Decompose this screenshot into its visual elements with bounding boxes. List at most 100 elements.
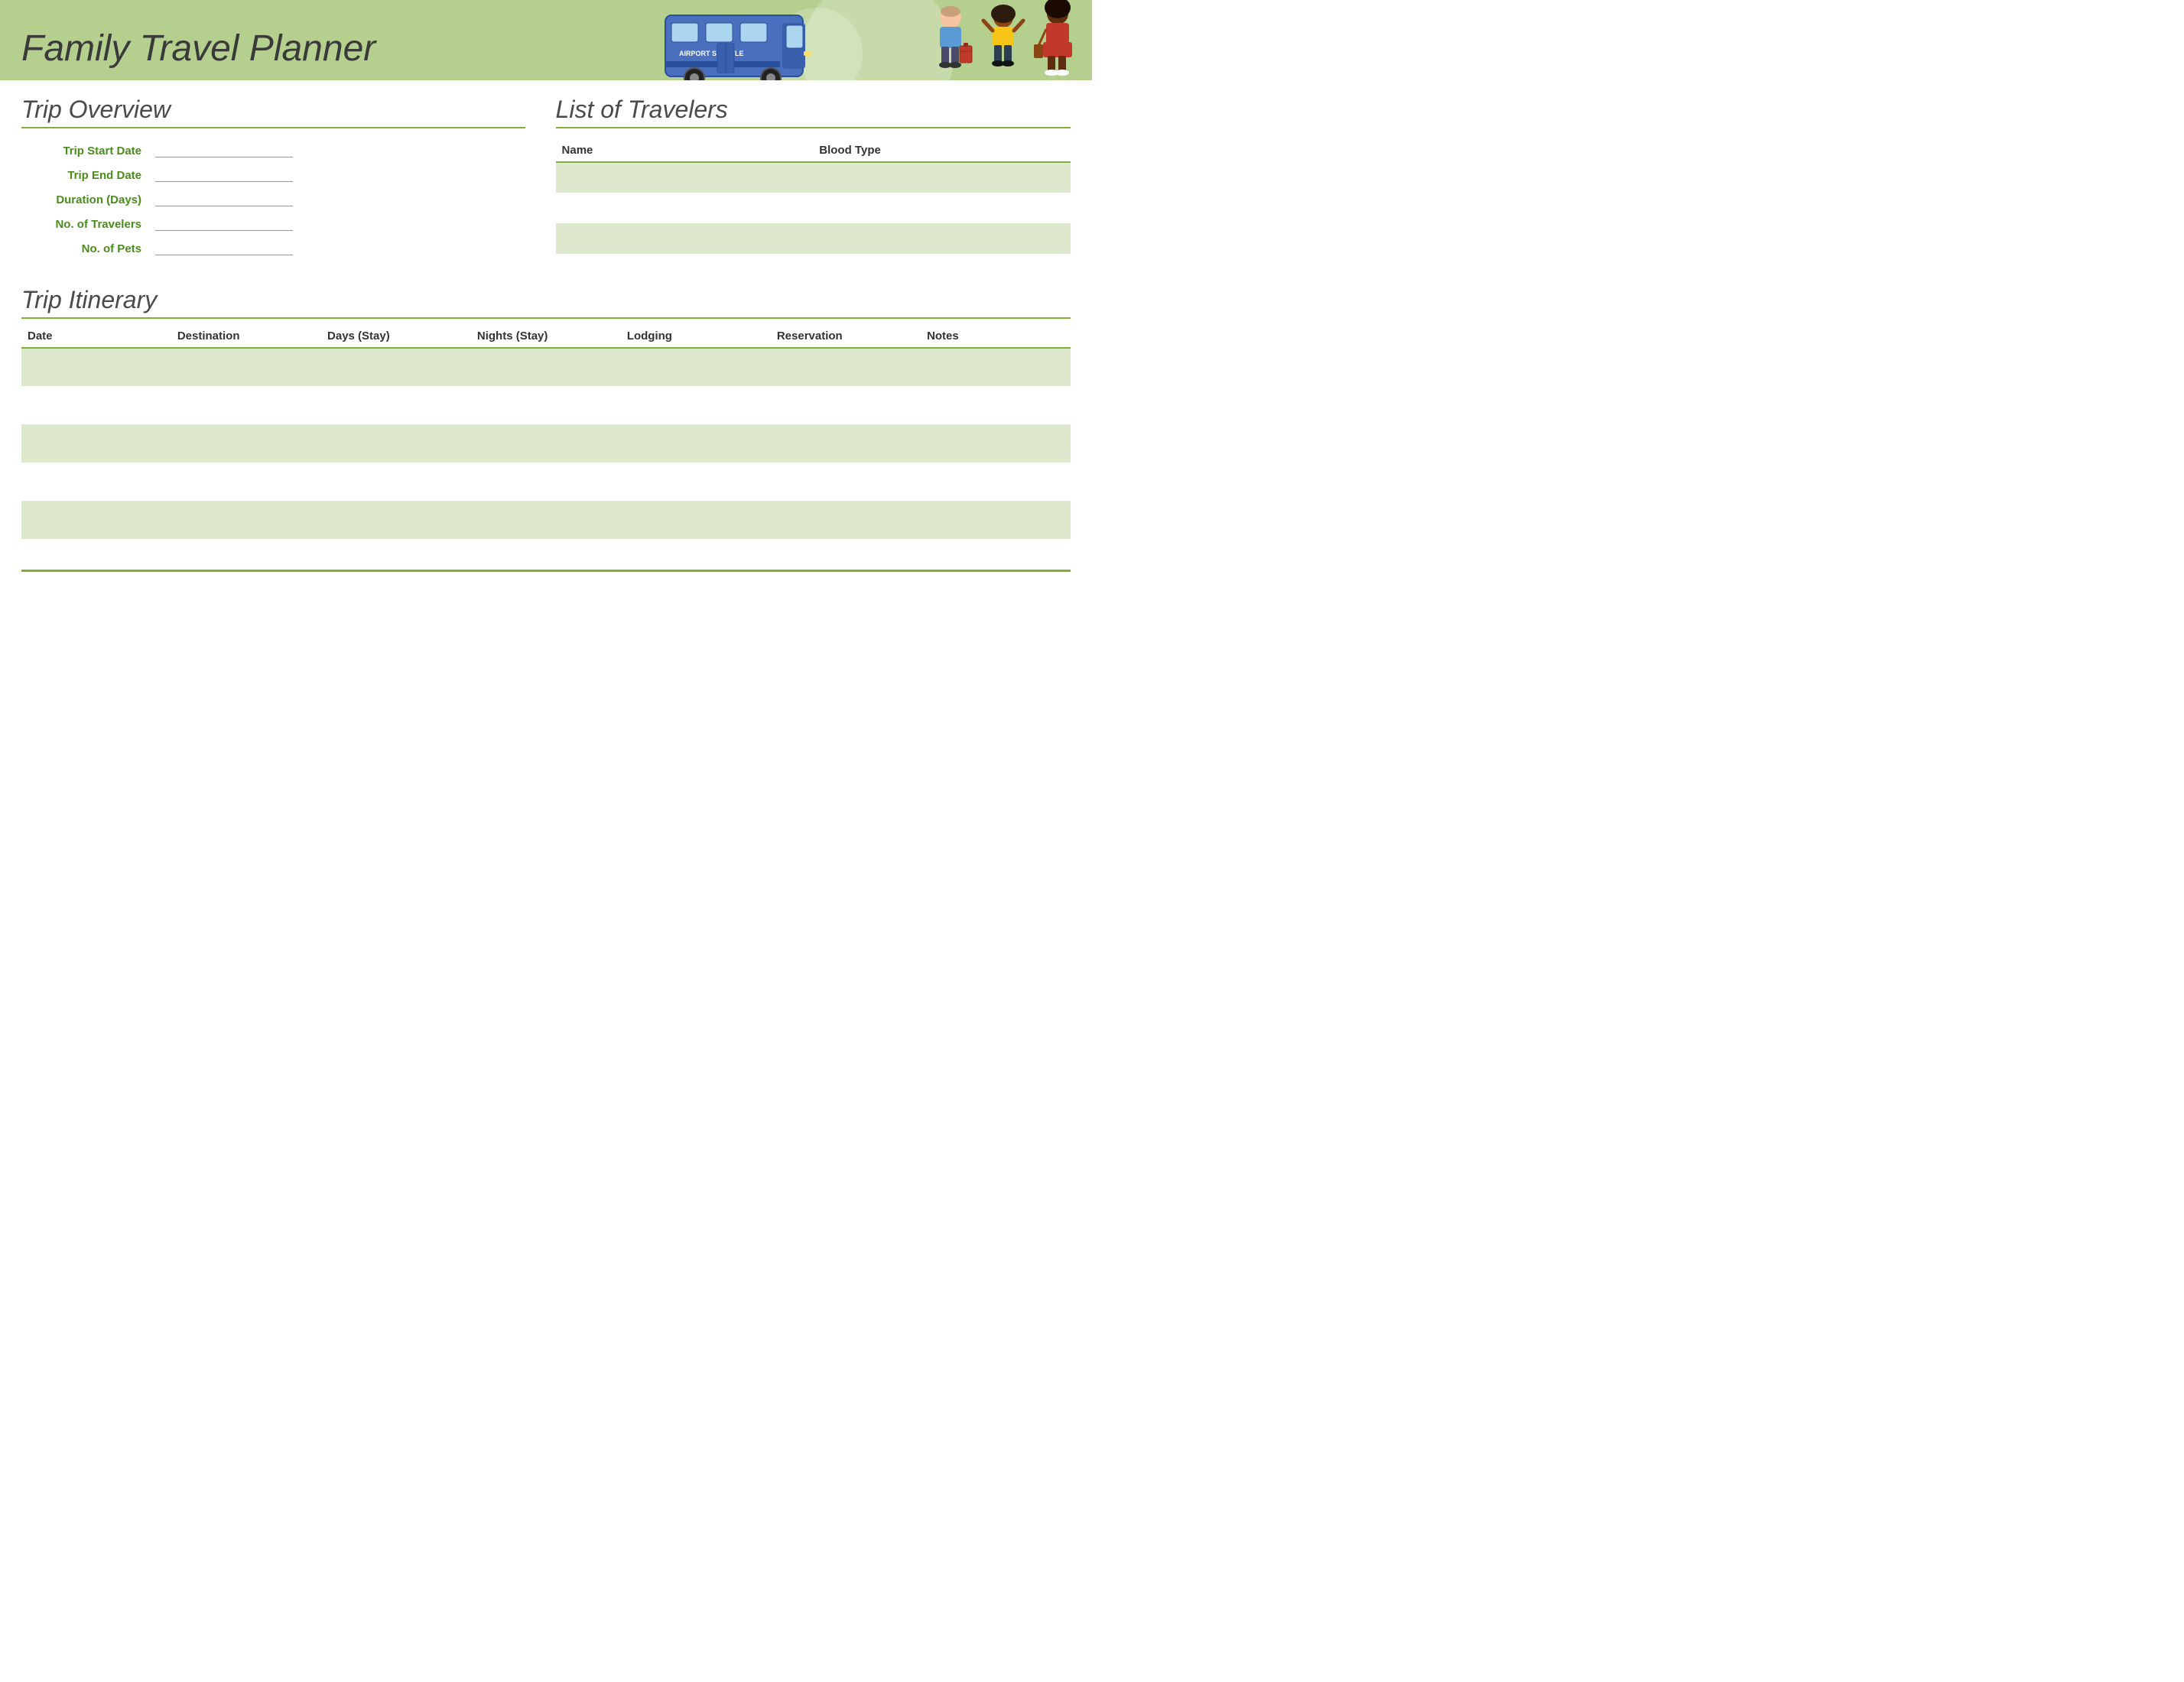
itinerary-cell-date[interactable] — [21, 348, 171, 386]
itinerary-cell-nights_stay[interactable] — [471, 501, 621, 539]
itinerary-input-days_stay-0[interactable] — [321, 349, 471, 386]
itinerary-input-destination-2[interactable] — [171, 424, 321, 463]
trip-end-date-input[interactable] — [155, 165, 293, 182]
itinerary-input-notes-3[interactable] — [921, 463, 1071, 501]
itinerary-input-notes-1[interactable] — [921, 386, 1071, 424]
itinerary-cell-days_stay[interactable] — [321, 386, 471, 424]
travelers-input-name-0[interactable] — [556, 163, 814, 193]
itinerary-input-nights_stay-4[interactable] — [471, 501, 621, 539]
itinerary-cell-reservation[interactable] — [771, 348, 921, 386]
itinerary-input-nights_stay-0[interactable] — [471, 349, 621, 386]
itinerary-row — [21, 463, 1071, 501]
duration-days-input[interactable] — [155, 190, 293, 206]
itinerary-row — [21, 348, 1071, 386]
travelers-cell-name[interactable] — [556, 162, 814, 193]
itinerary-input-reservation-4[interactable] — [771, 501, 921, 539]
travelers-input-blood_type-2[interactable] — [813, 223, 1071, 254]
people-illustration — [926, 0, 1084, 80]
itinerary-header-row: Date Destination Days (Stay) Nights (Sta… — [21, 325, 1071, 348]
main-content: Trip Overview Trip Start Date Trip End D… — [0, 80, 1092, 554]
itinerary-cell-destination[interactable] — [171, 424, 321, 463]
itinerary-cell-nights_stay[interactable] — [471, 348, 621, 386]
itinerary-input-nights_stay-2[interactable] — [471, 424, 621, 463]
itinerary-input-date-2[interactable] — [21, 424, 171, 463]
itinerary-input-date-4[interactable] — [21, 501, 171, 539]
itinerary-input-date-0[interactable] — [21, 349, 171, 386]
travelers-cell-name[interactable] — [556, 223, 814, 254]
itinerary-cell-date[interactable] — [21, 501, 171, 539]
itinerary-input-days_stay-4[interactable] — [321, 501, 471, 539]
itinerary-cell-date[interactable] — [21, 424, 171, 463]
itinerary-cell-destination[interactable] — [171, 386, 321, 424]
itinerary-input-reservation-3[interactable] — [771, 463, 921, 501]
no-pets-input[interactable] — [155, 239, 293, 255]
itinerary-cell-destination[interactable] — [171, 348, 321, 386]
travelers-input-name-1[interactable] — [556, 193, 814, 223]
itinerary-cell-notes[interactable] — [921, 386, 1071, 424]
travelers-cell-blood_type[interactable] — [813, 193, 1071, 223]
itinerary-cell-notes[interactable] — [921, 501, 1071, 539]
list-travelers-section: List of Travelers Name Blood Type — [556, 96, 1071, 263]
itinerary-input-lodging-1[interactable] — [621, 386, 771, 424]
itinerary-cell-destination[interactable] — [171, 463, 321, 501]
itinerary-cell-days_stay[interactable] — [321, 501, 471, 539]
itinerary-cell-reservation[interactable] — [771, 463, 921, 501]
itinerary-cell-reservation[interactable] — [771, 424, 921, 463]
itinerary-cell-nights_stay[interactable] — [471, 424, 621, 463]
itinerary-cell-lodging[interactable] — [621, 501, 771, 539]
itinerary-input-notes-0[interactable] — [921, 349, 1071, 386]
itinerary-cell-lodging[interactable] — [621, 386, 771, 424]
travelers-input-blood_type-0[interactable] — [813, 163, 1071, 193]
travelers-input-blood_type-1[interactable] — [813, 193, 1071, 223]
itinerary-input-nights_stay-3[interactable] — [471, 463, 621, 501]
itinerary-cell-days_stay[interactable] — [321, 348, 471, 386]
itinerary-cell-destination[interactable] — [171, 501, 321, 539]
no-travelers-input[interactable] — [155, 214, 293, 231]
itinerary-col-lodging: Lodging — [621, 325, 771, 348]
itinerary-cell-days_stay[interactable] — [321, 463, 471, 501]
itinerary-input-notes-2[interactable] — [921, 424, 1071, 463]
itinerary-cell-nights_stay[interactable] — [471, 386, 621, 424]
itinerary-row — [21, 386, 1071, 424]
itinerary-input-reservation-2[interactable] — [771, 424, 921, 463]
itinerary-input-days_stay-1[interactable] — [321, 386, 471, 424]
page-header: Family Travel Planner AIRPORT SHUTTLE — [0, 0, 1092, 80]
itinerary-cell-notes[interactable] — [921, 424, 1071, 463]
itinerary-input-days_stay-3[interactable] — [321, 463, 471, 501]
itinerary-cell-notes[interactable] — [921, 348, 1071, 386]
trip-itinerary-section: Trip Itinerary Date Destination Days (St… — [21, 286, 1071, 539]
itinerary-input-destination-4[interactable] — [171, 501, 321, 539]
itinerary-cell-lodging[interactable] — [621, 424, 771, 463]
itinerary-cell-reservation[interactable] — [771, 386, 921, 424]
travelers-input-name-2[interactable] — [556, 223, 814, 254]
itinerary-input-date-3[interactable] — [21, 463, 171, 501]
itinerary-cell-days_stay[interactable] — [321, 424, 471, 463]
itinerary-cell-reservation[interactable] — [771, 501, 921, 539]
itinerary-input-days_stay-2[interactable] — [321, 424, 471, 463]
itinerary-input-destination-1[interactable] — [171, 386, 321, 424]
itinerary-col-nights-stay: Nights (Stay) — [471, 325, 621, 348]
travelers-cell-blood_type[interactable] — [813, 162, 1071, 193]
itinerary-cell-nights_stay[interactable] — [471, 463, 621, 501]
bus-illustration: AIRPORT SHUTTLE — [664, 4, 817, 80]
travelers-cell-name[interactable] — [556, 193, 814, 223]
itinerary-cell-lodging[interactable] — [621, 348, 771, 386]
itinerary-cell-date[interactable] — [21, 386, 171, 424]
itinerary-input-nights_stay-1[interactable] — [471, 386, 621, 424]
itinerary-input-destination-0[interactable] — [171, 349, 321, 386]
itinerary-input-notes-4[interactable] — [921, 501, 1071, 539]
itinerary-input-destination-3[interactable] — [171, 463, 321, 501]
itinerary-input-lodging-4[interactable] — [621, 501, 771, 539]
itinerary-cell-notes[interactable] — [921, 463, 1071, 501]
itinerary-cell-date[interactable] — [21, 463, 171, 501]
itinerary-input-lodging-3[interactable] — [621, 463, 771, 501]
trip-start-date-input[interactable] — [155, 141, 293, 157]
itinerary-input-reservation-0[interactable] — [771, 349, 921, 386]
itinerary-input-lodging-0[interactable] — [621, 349, 771, 386]
itinerary-cell-lodging[interactable] — [621, 463, 771, 501]
itinerary-input-lodging-2[interactable] — [621, 424, 771, 463]
itinerary-input-reservation-1[interactable] — [771, 386, 921, 424]
duration-days-row: Duration (Days) — [21, 190, 525, 206]
itinerary-input-date-1[interactable] — [21, 386, 171, 424]
travelers-cell-blood_type[interactable] — [813, 223, 1071, 254]
